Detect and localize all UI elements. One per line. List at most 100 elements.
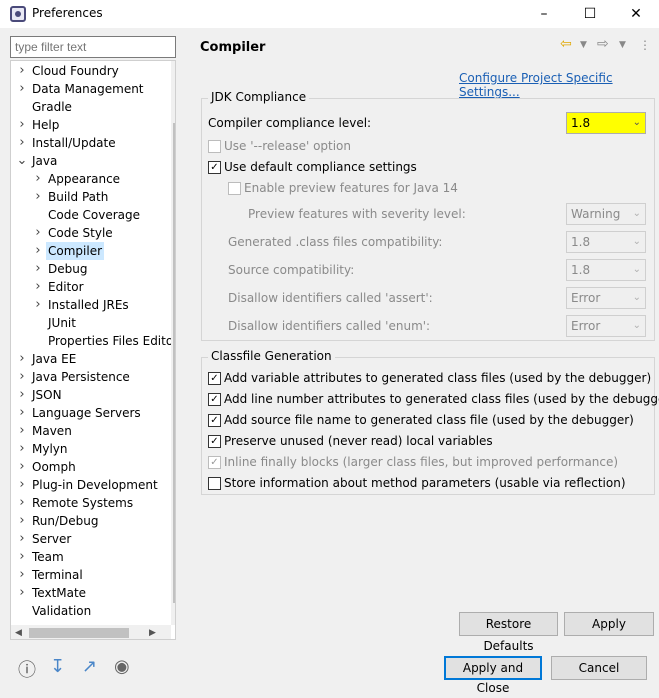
chevron-right-icon[interactable]: › — [16, 62, 28, 80]
chevron-right-icon[interactable]: › — [32, 224, 44, 242]
chevron-right-icon[interactable]: › — [16, 440, 28, 458]
record-icon[interactable]: ◉ — [114, 656, 130, 677]
tree-item[interactable]: › Server — [11, 530, 171, 548]
classfile-option-checkbox[interactable]: ✓ — [208, 435, 221, 448]
classfile-option-checkbox[interactable]: ✓ — [208, 456, 221, 469]
export-icon[interactable]: ↗ — [82, 656, 97, 677]
chevron-right-icon[interactable]: › — [32, 260, 44, 278]
tree-item[interactable]: › Data Management — [11, 80, 171, 98]
default-compliance-checkbox[interactable]: ✓ — [208, 161, 221, 174]
back-menu-icon[interactable]: ▼ — [580, 40, 587, 50]
chevron-right-icon[interactable]: › — [16, 512, 28, 530]
apply-and-close-button[interactable]: Apply and Close — [444, 656, 542, 695]
release-option-checkbox[interactable] — [208, 140, 221, 153]
configure-project-settings-link[interactable]: Configure Project Specific Settings... — [459, 71, 659, 99]
maximize-button[interactable]: ☐ — [567, 0, 613, 28]
forward-icon[interactable]: ⇨ — [597, 36, 609, 52]
source-compat-select[interactable]: 1.8 ⌄ — [566, 259, 646, 281]
chevron-right-icon[interactable]: › — [16, 566, 28, 584]
tree-item[interactable]: › TextMate — [11, 584, 171, 602]
tree-item[interactable]: › Installed JREs — [11, 296, 171, 314]
tree-item[interactable]: › Mylyn — [11, 440, 171, 458]
tree-item[interactable]: Properties Files Edito — [11, 332, 173, 350]
tree-item[interactable]: › Language Servers — [11, 404, 171, 422]
preview-severity-select[interactable]: Warning ⌄ — [566, 203, 646, 225]
chevron-right-icon[interactable]: › — [32, 296, 44, 314]
import-icon[interactable]: ↧ — [50, 656, 65, 677]
chevron-right-icon[interactable]: › — [16, 530, 28, 548]
tree-item[interactable]: › Help — [11, 116, 171, 134]
cancel-button[interactable]: Cancel — [551, 656, 647, 680]
tree-horizontal-scroll-thumb[interactable] — [29, 628, 129, 638]
chevron-right-icon[interactable]: › — [32, 170, 44, 188]
help-icon[interactable]: ⓘ — [18, 656, 36, 682]
preview-features-checkbox[interactable] — [228, 182, 241, 195]
classfile-option-checkbox[interactable]: ✓ — [208, 393, 221, 406]
chevron-right-icon[interactable]: › — [16, 368, 28, 386]
tree-item[interactable]: › Run/Debug — [11, 512, 171, 530]
chevron-right-icon[interactable]: › — [32, 188, 44, 206]
scroll-left-icon[interactable]: ◀ — [15, 628, 22, 638]
tree-item[interactable]: › Team — [11, 548, 171, 566]
chevron-right-icon[interactable]: › — [16, 116, 28, 134]
close-button[interactable]: ✕ — [613, 0, 659, 28]
chevron-right-icon[interactable]: › — [16, 386, 28, 404]
restore-defaults-button[interactable]: Restore Defaults — [459, 612, 558, 653]
tree-item[interactable]: › Build Path — [11, 188, 171, 206]
chevron-right-icon[interactable]: › — [16, 548, 28, 566]
tree-item[interactable]: › Java EE — [11, 350, 171, 368]
chevron-right-icon[interactable]: › — [32, 278, 44, 296]
source-compat-label: Source compatibility: — [228, 263, 355, 277]
chevron-right-icon[interactable]: › — [16, 350, 28, 368]
compliance-level-select[interactable]: 1.8 ⌄ — [566, 112, 646, 134]
chevron-right-icon[interactable]: › — [16, 584, 28, 602]
chevron-right-icon[interactable]: › — [16, 494, 28, 512]
tree-item[interactable]: › Java Persistence — [11, 368, 171, 386]
classfile-option-checkbox[interactable]: ✓ — [208, 414, 221, 427]
chevron-right-icon[interactable]: › — [16, 80, 28, 98]
tree-item[interactable]: Code Coverage — [11, 206, 171, 224]
tree-item[interactable]: Validation — [11, 602, 171, 620]
tree-item[interactable]: › Cloud Foundry — [11, 62, 171, 80]
minimize-button[interactable]: – — [521, 0, 567, 28]
chevron-right-icon[interactable]: › — [16, 476, 28, 494]
tree-item[interactable]: › JSON — [11, 386, 171, 404]
tree-item[interactable]: › Plug-in Development — [11, 476, 171, 494]
tree-item[interactable]: › Editor — [11, 278, 171, 296]
tree-item[interactable]: › Remote Systems — [11, 494, 171, 512]
classfile-option-checkbox[interactable] — [208, 477, 221, 490]
chevron-right-icon[interactable]: › — [16, 458, 28, 476]
tree-item[interactable]: › Install/Update — [11, 134, 171, 152]
tree-item[interactable]: Gradle — [11, 98, 171, 116]
tree-item[interactable]: › Appearance — [11, 170, 171, 188]
chevron-right-icon[interactable]: › — [16, 134, 28, 152]
chevron-right-icon[interactable]: › — [32, 242, 44, 260]
chevron-right-icon[interactable]: › — [16, 404, 28, 422]
generated-class-compat-select[interactable]: 1.8 ⌄ — [566, 231, 646, 253]
view-menu-icon[interactable]: ⋮ — [639, 38, 651, 52]
tree-item[interactable]: › Maven — [11, 422, 171, 440]
scroll-down-icon[interactable]: ▼ — [175, 611, 176, 621]
scroll-right-icon[interactable]: ▶ — [149, 628, 156, 638]
chevron-right-icon[interactable]: › — [16, 422, 28, 440]
tree-item[interactable]: › Oomph — [11, 458, 171, 476]
back-icon[interactable]: ⇦ — [560, 36, 572, 52]
disallow-assert-select[interactable]: Error ⌄ — [566, 287, 646, 309]
tree-vertical-scrollbar[interactable]: ▲ ▼ — [171, 61, 176, 625]
tree-horizontal-scrollbar[interactable]: ◀ ▶ — [11, 625, 171, 639]
apply-button[interactable]: Apply — [564, 612, 654, 636]
tree-item[interactable]: JUnit — [11, 314, 171, 332]
chevron-down-icon[interactable]: ⌄ — [16, 152, 28, 170]
disallow-enum-select[interactable]: Error ⌄ — [566, 315, 646, 337]
tree-vertical-scroll-thumb[interactable] — [173, 123, 175, 603]
scroll-up-icon[interactable]: ▲ — [175, 63, 176, 73]
classfile-option-checkbox[interactable]: ✓ — [208, 372, 221, 385]
classfile-option-label: Inline finally blocks (larger class file… — [224, 455, 619, 469]
tree-item[interactable]: › Code Style — [11, 224, 171, 242]
tree-item[interactable]: › Debug — [11, 260, 171, 278]
forward-menu-icon[interactable]: ▼ — [619, 40, 626, 50]
tree-item[interactable]: › Terminal — [11, 566, 171, 584]
filter-input[interactable] — [10, 36, 176, 58]
tree-item[interactable]: ⌄ Java — [11, 152, 171, 170]
tree-item[interactable]: › Compiler — [11, 242, 171, 260]
